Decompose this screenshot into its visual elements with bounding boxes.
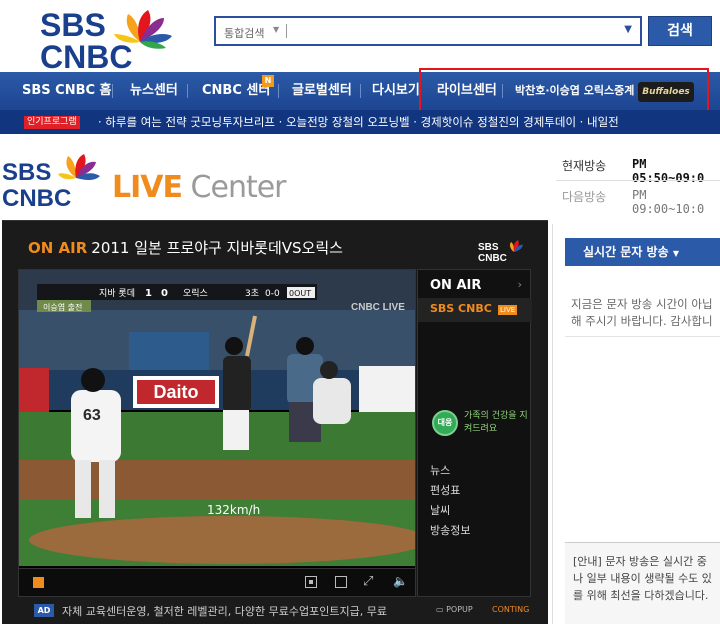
schedule-divider	[556, 180, 720, 181]
ad-strip[interactable]: AD 자체 교육센터운영, 철저한 레벨관리, 다양한 무료수업포인트지급, 무…	[34, 603, 414, 621]
conting-button[interactable]: CONTING	[492, 605, 529, 614]
nav-item-cnbc-center[interactable]: CNBC 센터	[202, 72, 270, 110]
panel-logo-cnbc: CNBC	[478, 253, 507, 263]
player-control-bar: ⤢ 🔈	[19, 568, 415, 596]
now-broadcast-label: 현재방송	[562, 159, 607, 173]
scope-caret-icon[interactable]: ▼	[273, 25, 279, 34]
pitch-speed: 132km/h	[207, 503, 260, 517]
logo-sbs-text: SBS	[40, 7, 106, 43]
jersey-number: 63	[83, 407, 101, 424]
chevron-right-icon[interactable]: ›	[518, 278, 522, 291]
text-broadcast-tab[interactable]: 실시간 문자 방송 ▼	[565, 238, 720, 266]
video-watermark: CNBC LIVE	[351, 302, 405, 313]
notice-box: [안내] 문자 방송은 실시간 중 나 일부 내용이 생략될 수도 있 를 위해…	[565, 542, 720, 624]
side-link-news[interactable]: 뉴스	[430, 462, 450, 478]
live-badge: LIVE	[498, 305, 518, 315]
ad-tag: AD	[34, 604, 54, 617]
search-box: 통합검색 ▼ ▼	[214, 16, 642, 46]
lc-logo-cnbc: CNBC	[2, 185, 71, 208]
svg-text:지바 롯데: 지바 롯데	[99, 288, 135, 299]
nav-divider	[360, 84, 361, 98]
channel-label: SBS CNBC	[430, 302, 492, 315]
channel-sidebar: ON AIR › SBS CNBC LIVE 대웅 가족의 건강을 지켜드려요 …	[417, 269, 532, 597]
live-center-logo: SBS CNBC	[2, 154, 100, 208]
nav-item-replay[interactable]: 다시보기	[372, 72, 420, 110]
side-link-weather[interactable]: 날씨	[430, 502, 450, 518]
side-link-schedule[interactable]: 편성표	[430, 482, 460, 498]
header: SBS CNBC 통합검색 ▼ ▼ 검색	[0, 0, 720, 72]
onair-title: ON AIR 2011 일본 프로야구 지바롯데VS오릭스	[28, 237, 343, 258]
live-word: LIVE	[112, 170, 183, 205]
search-input[interactable]	[292, 22, 612, 40]
onair-tag: ON AIR	[28, 239, 88, 257]
window-mode-icon[interactable]	[305, 576, 317, 588]
nav-divider	[187, 84, 188, 98]
next-broadcast-label: 다음방송	[562, 190, 607, 204]
text-broadcast-panel: 실시간 문자 방송 ▼ 지금은 문자 방송 시간이 아닙 해 주시기 바랍니다.…	[552, 224, 720, 624]
nav-item-home[interactable]: SBS CNBC 홈	[22, 72, 112, 110]
player-panel: ON AIR 2011 일본 프로야구 지바롯데VS오릭스 SBS CNBC D…	[2, 220, 548, 624]
side-onair-label: ON AIR	[430, 278, 482, 293]
ticker-text[interactable]: · 하루를 여는 전략 굿모닝투자브리프 · 오늘전망 장철의 오프닝벨 · 경…	[98, 110, 619, 134]
ad-text: 가족의 건강을 지켜드려요	[464, 411, 528, 434]
chevron-down-icon: ▼	[672, 249, 679, 258]
widescreen-icon[interactable]	[335, 576, 347, 588]
video-frame-baseball[interactable]: Daito 63 지바 롯데 1 0 오릭스 3초 0-0 0OUT 이승엽 출…	[19, 270, 415, 566]
search-separator	[286, 24, 287, 38]
search-button[interactable]: 검색	[648, 16, 712, 46]
panel-logo-sbs: SBS	[478, 242, 499, 253]
svg-text:이승엽 출전: 이승엽 출전	[43, 302, 82, 312]
svg-text:0OUT: 0OUT	[289, 289, 311, 298]
center-word: Center	[190, 170, 287, 205]
side-link-broadcast-info[interactable]: 방송정보	[430, 522, 470, 538]
nav-divider	[112, 84, 113, 98]
svg-text:오릭스: 오릭스	[183, 287, 208, 299]
lc-logo-sbs: SBS	[2, 159, 51, 186]
sidebar-ad[interactable]: 대웅 가족의 건강을 지켜드려요	[432, 408, 528, 448]
channel-sbs-cnbc[interactable]: SBS CNBC LIVE	[418, 298, 532, 322]
sbs-cnbc-logo[interactable]: SBS CNBC	[40, 4, 190, 70]
search-scope-select[interactable]: 통합검색	[224, 25, 264, 41]
search-dropdown-icon[interactable]: ▼	[624, 24, 632, 35]
live-center-title: LIVE Center	[112, 170, 287, 205]
volume-icon[interactable]: 🔈	[393, 574, 408, 588]
peacock-icon	[58, 154, 100, 180]
next-broadcast-time: PM 09:00~10:0	[632, 188, 705, 216]
highlight-box	[419, 68, 709, 112]
new-badge: N	[262, 75, 274, 87]
ticker-badge: 인기프로그램	[24, 116, 80, 129]
ad-circle-logo: 대웅	[432, 410, 458, 436]
program-title: 2011 일본 프로야구 지바롯데VS오릭스	[91, 239, 343, 257]
panel-logo: SBS CNBC	[478, 240, 523, 263]
ad-strip-text[interactable]: 자체 교육센터운영, 철저한 레벨관리, 다양한 무료수업포인트지급, 무료	[62, 603, 387, 619]
fullscreen-icon[interactable]: ⤢	[363, 574, 373, 589]
video-player[interactable]: Daito 63 지바 롯데 1 0 오릭스 3초 0-0 0OUT 이승엽 출…	[18, 269, 416, 597]
nav-divider	[278, 84, 279, 98]
divider	[565, 336, 720, 337]
svg-text:0: 0	[161, 288, 168, 299]
nav-item-news-center[interactable]: 뉴스센터	[130, 72, 178, 110]
peacock-icon	[510, 240, 523, 252]
popup-button[interactable]: ▭ POPUP	[436, 605, 473, 614]
page: SBS CNBC 통합검색 ▼ ▼ 검색 SBS CNBC 홈 뉴스센터 CNB…	[0, 0, 720, 624]
ad-board-text: Daito	[154, 382, 199, 402]
svg-text:3초: 3초	[245, 288, 259, 299]
program-ticker: 인기프로그램 · 하루를 여는 전략 굿모닝투자브리프 · 오늘전망 장철의 오…	[0, 110, 720, 134]
text-broadcast-message: 지금은 문자 방송 시간이 아닙 해 주시기 바랍니다. 감사합니	[571, 297, 713, 328]
notice-text: [안내] 문자 방송은 실시간 중 나 일부 내용이 생략될 수도 있 를 위해…	[573, 555, 712, 602]
stop-icon[interactable]	[33, 577, 44, 588]
svg-text:1: 1	[145, 288, 152, 299]
nav-item-global-center[interactable]: 글로벌센터	[292, 72, 352, 110]
logo-cnbc-text: CNBC	[40, 39, 132, 70]
svg-text:0-0: 0-0	[265, 289, 280, 299]
